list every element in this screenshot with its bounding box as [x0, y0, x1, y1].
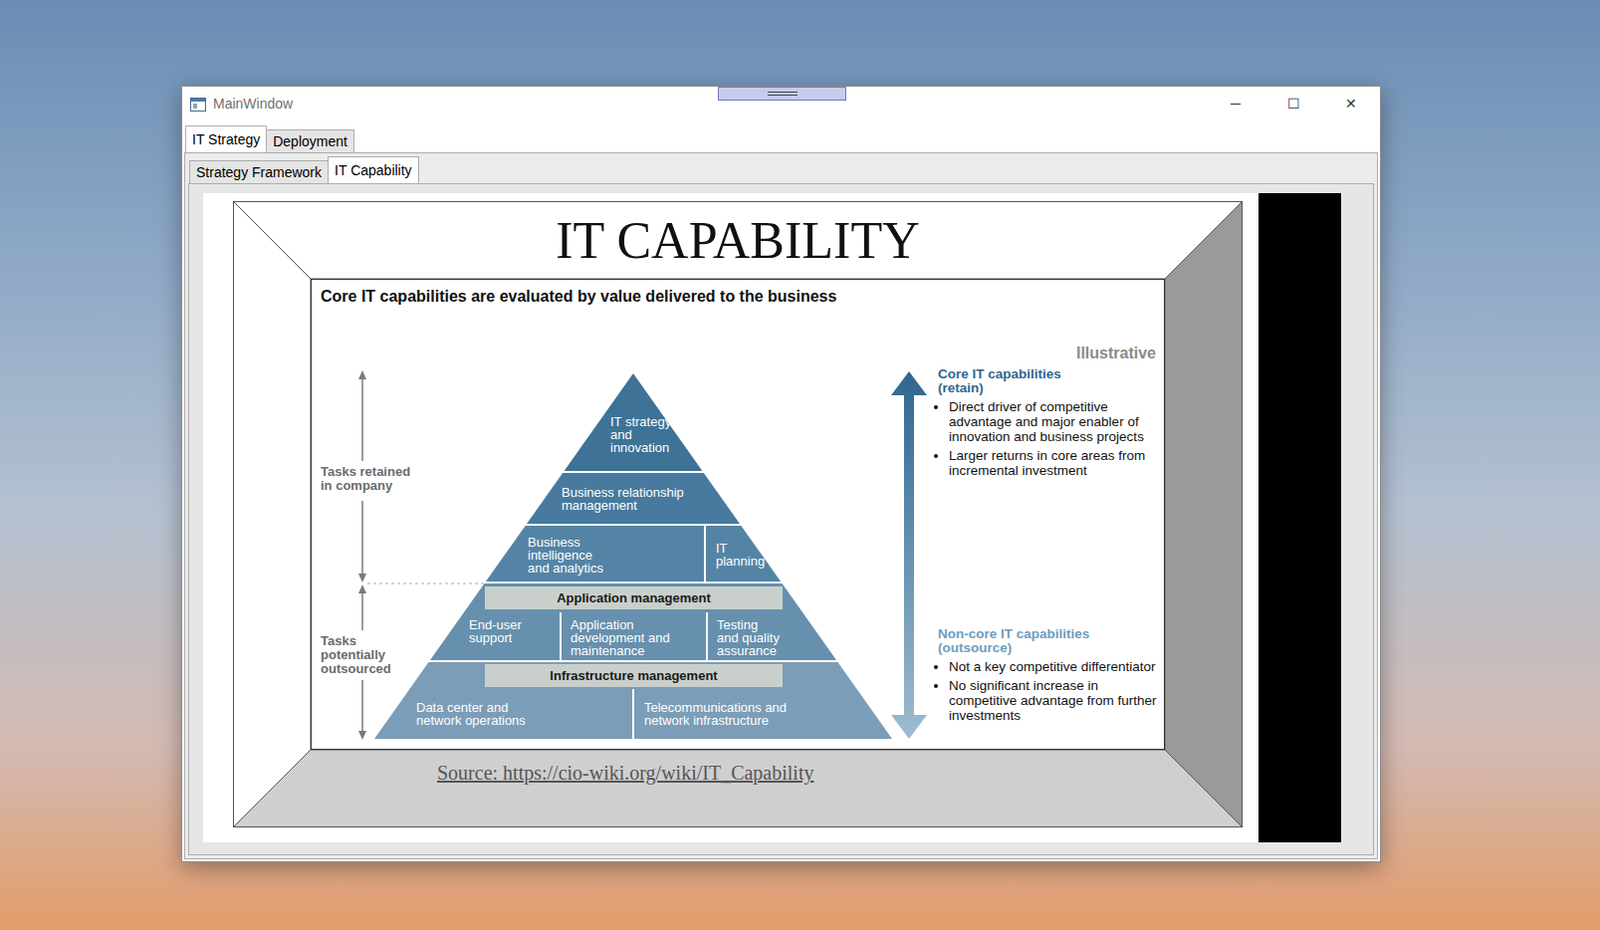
main-tab-label: Deployment [272, 133, 348, 150]
grip-lines [767, 91, 798, 96]
capability-group: Core IT capabilities(retain) Direct drive… [937, 367, 1162, 482]
main-tab[interactable]: IT Strategy [185, 125, 267, 153]
pyramid-apex: IT strategy and innovation [374, 373, 893, 471]
pyramid-cell: Application development and maintenance [561, 612, 706, 661]
sub-tab[interactable]: Strategy Framework [189, 160, 329, 184]
pyramid-cell: Telecommunications and network infrastru… [634, 688, 893, 739]
pyramid-label: Testing and quality assurance [716, 618, 782, 658]
figure-heading: Core IT capabilities are evaluated by va… [311, 279, 1164, 314]
main-tab-panel: Strategy Framework IT Capability IT CAPAB… [184, 152, 1378, 860]
group-title: Core IT capabilities(retain) [937, 367, 1162, 396]
slide-title: IT CAPABILITY [232, 201, 1243, 279]
sub-tab-label: Strategy Framework [196, 164, 322, 181]
black-band [1258, 193, 1342, 843]
sub-tab-panel: IT CAPABILITYCore IT capabilities are ev… [188, 183, 1374, 856]
group-title-text: Non-core IT capabilities [937, 627, 1162, 642]
group-bullet: Direct driver of competitive advantage a… [948, 399, 1162, 445]
pyramid-label: Business relationship management [561, 485, 711, 512]
slide-footer: Source: https://cio-wiki.org/wiki/IT_Cap… [232, 749, 1243, 828]
slide-area: IT CAPABILITYCore IT capabilities are ev… [203, 193, 1259, 843]
sub-tab-label: IT Capability [334, 162, 413, 179]
pyramid-layer: Business intelligence and analytics IT pl… [374, 525, 893, 582]
maximize-button[interactable]: ☐ [1264, 86, 1323, 122]
sub-tab[interactable]: IT Capability [327, 156, 420, 184]
group-bullet: No significant increase in competitive a… [948, 678, 1162, 723]
tier-header: Infrastructure management [484, 664, 783, 687]
close-button[interactable]: ✕ [1322, 86, 1380, 122]
main-tab-label: IT Strategy [192, 131, 260, 148]
main-tab[interactable]: Deployment [265, 129, 355, 153]
main-window: MainWindow ─☐✕ IT Strategy Deployment Stra… [181, 85, 1381, 863]
group-bullet: Larger returns in core areas from increm… [948, 448, 1162, 478]
slide-frame: IT CAPABILITYCore IT capabilities are ev… [232, 201, 1243, 828]
pyramid-tier: Infrastructure managementData center and… [374, 662, 893, 739]
pyramid-label: Data center and network operations [416, 700, 546, 727]
group-bullets: Not a key competitive differentiator No s… [937, 659, 1162, 723]
tier-header: Application management [484, 586, 783, 610]
capability-pyramid: IT strategy and innovation Business relat… [374, 373, 893, 739]
drag-handle[interactable] [717, 86, 847, 101]
group-bullets: Direct driver of competitive advantage a… [937, 399, 1162, 478]
main-tab-strip: IT Strategy Deployment [182, 121, 1380, 153]
capability-group: Non-core IT capabilities(outsource) Not a… [937, 627, 1162, 727]
minimize-button[interactable]: ─ [1206, 86, 1265, 122]
group-title: Non-core IT capabilities(outsource) [937, 627, 1162, 656]
sub-tab-strip: Strategy Framework IT Capability [188, 156, 1374, 184]
group-title-text: Core IT capabilities [937, 367, 1162, 382]
pyramid-tier: Application management End-user support Ap… [374, 583, 893, 661]
source-link[interactable]: Source: https://cio-wiki.org/wiki/IT_Cap… [437, 761, 814, 784]
capability-figure: Core IT capabilities are evaluated by va… [310, 278, 1165, 750]
tier-cells: Data center and network operations Teleco… [374, 688, 893, 739]
window-icon [190, 97, 207, 112]
pyramid-label: End-user support [468, 618, 529, 645]
group-bullet: Not a key competitive differentiator [948, 659, 1162, 675]
pyramid-label: Application development and maintenance [570, 618, 700, 658]
tier-header-row: Infrastructure management [374, 662, 893, 689]
pyramid-cell: Testing and quality assurance [707, 612, 893, 661]
pyramid-label: IT strategy and innovation [610, 415, 675, 455]
pyramid-cell: Data center and network operations [374, 688, 633, 739]
figure-note: Illustrative [1076, 341, 1156, 366]
pyramid-cell: End-user support [374, 612, 560, 661]
desktop-background: MainWindow ─☐✕ IT Strategy Deployment Stra… [0, 0, 1600, 930]
tier-header-row: Application management [374, 583, 893, 613]
scale-label: Tasks retained in company [320, 464, 421, 493]
slide-body: Core IT capabilities are evaluated by va… [232, 278, 1243, 750]
pyramid-label: Business intelligence and analytics [527, 535, 618, 575]
scale-label: Tasks potentially outsourced [320, 634, 421, 677]
pyramid-layer: Business relationship management [374, 472, 893, 524]
pyramid-cell: IT planning [705, 525, 893, 582]
group-qualifier: (retain) [937, 381, 1162, 396]
window-controls: ─☐✕ [1206, 86, 1380, 122]
window-title: MainWindow [213, 93, 293, 115]
pyramid-cell: Business intelligence and analytics [374, 525, 704, 582]
pyramid-label: IT planning [715, 541, 771, 568]
pyramid-label: Telecommunications and network infrastru… [644, 700, 804, 727]
group-qualifier: (outsource) [937, 641, 1162, 656]
tier-cells: End-user support Application development … [374, 612, 893, 661]
